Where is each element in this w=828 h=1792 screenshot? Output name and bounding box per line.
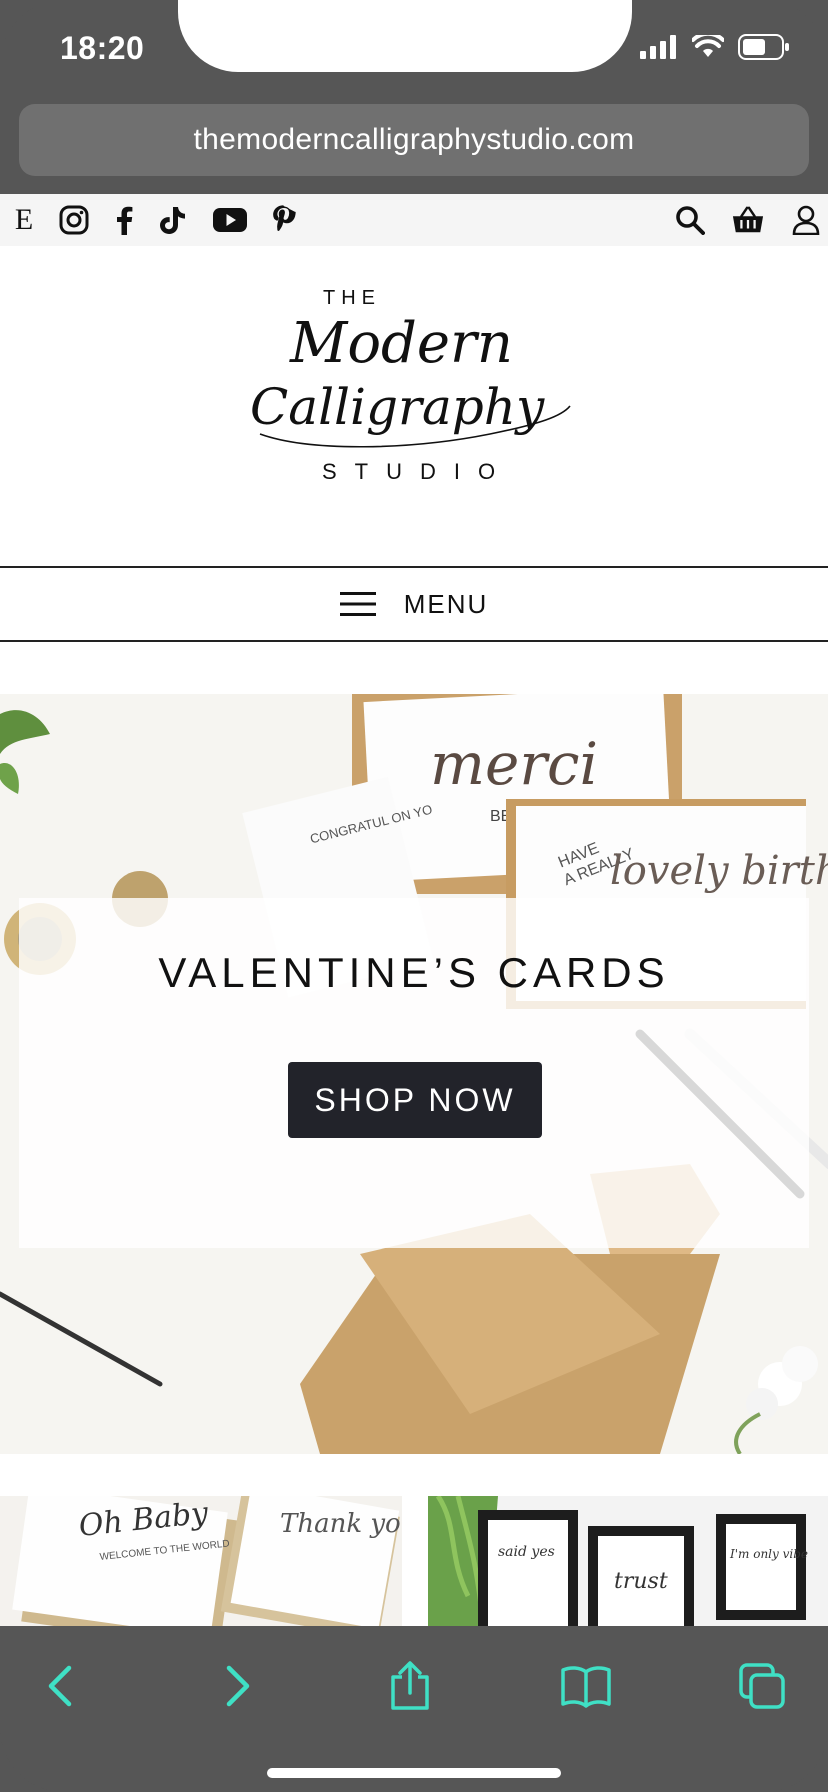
back-icon xyxy=(48,1665,72,1707)
tiktok-icon[interactable] xyxy=(156,204,188,236)
back-button[interactable] xyxy=(30,1656,90,1716)
phone-screen: 18:20 themoderncalligraphystudio.com E T… xyxy=(0,0,828,1792)
share-icon xyxy=(391,1661,429,1710)
facebook-icon[interactable] xyxy=(108,204,140,236)
url-text: themoderncalligraphystudio.com xyxy=(193,123,635,156)
battery-icon xyxy=(738,34,789,60)
pinterest-icon[interactable] xyxy=(268,204,300,236)
search-icon[interactable] xyxy=(674,204,706,236)
etsy-letter: E xyxy=(14,203,34,236)
hero-title: VALENTINE’S CARDS xyxy=(158,949,670,996)
youtube-icon[interactable] xyxy=(212,204,248,236)
notch xyxy=(178,0,632,72)
menu-label: MENU xyxy=(403,588,489,619)
social-bar: E xyxy=(0,194,828,246)
etsy-icon[interactable]: E xyxy=(8,203,40,236)
logo-modern: Modern xyxy=(289,311,513,376)
tabs-button[interactable] xyxy=(732,1656,792,1716)
card-birthday: lovely birthday xyxy=(610,848,828,894)
logo-the: THE xyxy=(323,287,381,309)
shop-now-button[interactable]: SHOP NOW xyxy=(288,1062,542,1138)
thumb-frame-3: I'm only vibe xyxy=(729,1547,808,1561)
thumb-thank-you: Thank you xyxy=(280,1509,402,1539)
tabs-icon xyxy=(739,1663,785,1709)
status-icons xyxy=(640,34,790,60)
basket-icon[interactable] xyxy=(732,204,764,236)
bookmarks-icon xyxy=(561,1666,611,1708)
address-bar[interactable]: themoderncalligraphystudio.com xyxy=(19,104,809,176)
thumb-frame-2: trust xyxy=(614,1569,668,1594)
card-merci: merci xyxy=(430,730,598,798)
web-page: E THE Modern Calligraphy STUDIO MENU mer… xyxy=(0,194,828,1626)
logo-studio: STUDIO xyxy=(322,459,513,484)
forward-button[interactable] xyxy=(208,1656,268,1716)
user-icon[interactable] xyxy=(790,204,822,236)
status-time: 18:20 xyxy=(60,30,145,66)
thumb-frame-1: said yes xyxy=(498,1544,555,1560)
menu-bar[interactable]: MENU xyxy=(0,566,828,642)
thumbnail-cards[interactable]: Oh Baby WELCOME TO THE WORLD Thank you xyxy=(0,1496,402,1626)
logo-calligraphy: Calligraphy xyxy=(250,378,545,436)
home-indicator[interactable] xyxy=(267,1768,561,1778)
wifi-icon xyxy=(692,35,724,57)
site-logo[interactable]: THE Modern Calligraphy STUDIO xyxy=(250,274,580,494)
thumbnail-frames[interactable]: said yes trust I'm only vibe xyxy=(428,1496,828,1626)
hero-banner: merci BEAUCOUP CONGRATUL ON YO HAVE A RE… xyxy=(0,694,828,1454)
share-button[interactable] xyxy=(380,1656,440,1716)
hamburger-icon xyxy=(339,592,376,616)
browser-toolbar xyxy=(0,1626,828,1792)
bookmarks-button[interactable] xyxy=(556,1656,616,1716)
signal-icon xyxy=(640,35,676,59)
forward-icon xyxy=(226,1665,250,1707)
instagram-icon[interactable] xyxy=(58,204,90,236)
